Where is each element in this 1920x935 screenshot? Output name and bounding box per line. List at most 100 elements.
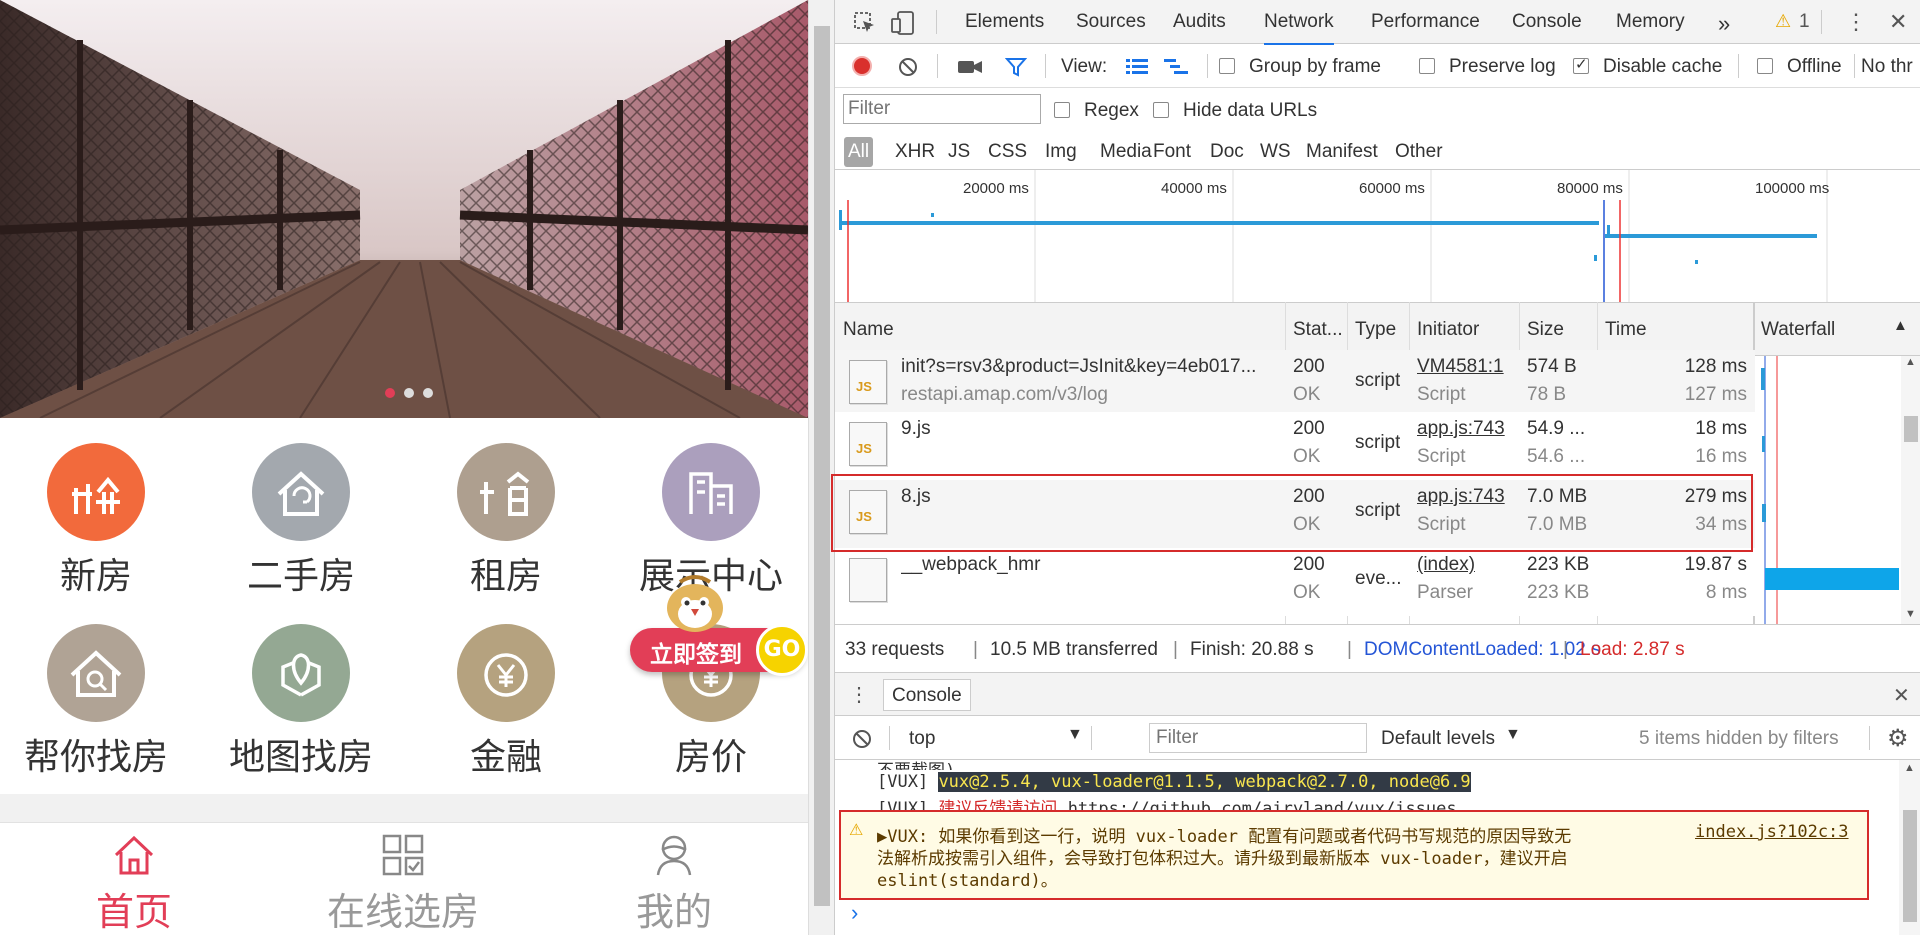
category-icon-circle [47,443,145,541]
network-filter-input[interactable] [843,94,1041,124]
table-scrollbar[interactable]: ▲ ▼ [1901,356,1920,624]
filter-type-css[interactable]: CSS [988,141,1027,163]
preserve-log-label: Preserve log [1449,56,1556,77]
clear-console-icon[interactable] [851,728,873,750]
scrollbar-thumb[interactable] [814,26,830,906]
group-by-frame-checkbox[interactable] [1219,58,1235,74]
console-filter-input[interactable] [1149,723,1367,753]
filter-icon[interactable] [1005,56,1027,78]
filter-type-all[interactable]: All [844,137,874,167]
settings-menu-icon[interactable]: ⋮ [1845,9,1867,35]
tab-home[interactable]: 首页 [24,823,244,935]
filter-type-doc[interactable]: Doc [1210,141,1244,163]
js-file-icon: JS [849,422,887,466]
category-finance[interactable]: 金融 [416,624,596,780]
disable-cache-checkbox[interactable] [1573,55,1589,74]
console-settings-icon[interactable]: ⚙ [1887,724,1909,753]
tab-sources[interactable]: Sources [1076,11,1146,33]
col-status[interactable]: Stat... [1293,319,1343,341]
filter-type-font[interactable]: Font [1153,141,1191,163]
carousel-dot-active[interactable] [385,388,395,398]
console-prompt[interactable]: › [851,900,858,926]
user-icon [656,835,692,876]
regex-label: Regex [1084,100,1139,121]
timeline-overview[interactable]: 20000 ms 40000 ms 60000 ms 80000 ms 1000… [835,170,1920,302]
request-initiator[interactable]: app.js:743 [1417,418,1505,440]
category-second-hand-house[interactable]: 二手房 [211,443,391,599]
filter-type-manifest[interactable]: Manifest [1306,141,1378,163]
preserve-log-checkbox[interactable] [1419,58,1435,74]
col-initiator[interactable]: Initiator [1417,319,1479,341]
log-levels-select[interactable]: Default levels [1381,728,1495,750]
tab-audits[interactable]: Audits [1173,11,1226,33]
scrollbar-thumb[interactable] [1903,810,1917,922]
large-rows-icon[interactable] [1126,58,1148,76]
filter-type-img[interactable]: Img [1045,141,1077,163]
request-row[interactable]: JS 9.js 200 OK script app.js:743 Script 54.9 ..… [835,412,1755,480]
col-waterfall[interactable]: Waterfall [1761,319,1835,341]
filter-type-ws[interactable]: WS [1260,141,1291,163]
throttling-select[interactable]: No thr [1861,56,1913,78]
console-scrollbar[interactable]: ▲ [1899,760,1920,935]
category-rent-house[interactable]: 租房 [416,443,596,599]
finance-icon [484,653,528,697]
network-toolbar: View: Group by frame Preserve log Disabl… [835,44,1920,88]
page-scrollbar[interactable] [808,0,834,935]
new-house-icon [72,476,120,514]
banner-carousel[interactable] [0,0,808,418]
tab-performance[interactable]: Performance [1371,11,1480,33]
more-tabs-button[interactable]: » [1718,11,1730,37]
request-row[interactable]: __webpack_hmr 200 OK eve... (index) Parser 223… [835,548,1755,616]
carousel-dot[interactable] [423,388,433,398]
close-drawer-icon[interactable]: ✕ [1893,683,1910,708]
col-time[interactable]: Time [1605,319,1647,341]
levels-dropdown-icon[interactable]: ▼ [1505,726,1521,744]
carousel-dot[interactable] [404,388,414,398]
clear-icon[interactable] [897,56,919,78]
warning-count[interactable]: 1 [1799,11,1810,33]
filter-type-other[interactable]: Other [1395,141,1443,163]
warning-source-link[interactable]: index.js?102c:3 [1695,822,1849,842]
context-dropdown-icon[interactable]: ▼ [1067,726,1083,744]
request-initiator[interactable]: (index) [1417,554,1475,576]
device-toolbar-icon[interactable] [890,10,916,36]
tab-memory[interactable]: Memory [1616,11,1685,33]
scrollbar-thumb[interactable] [1904,416,1918,442]
hide-data-urls-checkbox[interactable] [1153,102,1169,118]
filter-type-media[interactable]: Media [1100,141,1152,163]
regex-checkbox[interactable] [1054,102,1070,118]
vux-prefix: [VUX] [877,772,929,792]
inspect-element-icon[interactable] [853,11,877,35]
tab-mine[interactable]: 我的 [564,823,784,935]
category-icon-circle [252,443,350,541]
warning-icon: ⚠ [1775,11,1792,31]
tab-console-drawer[interactable]: Console [883,679,971,711]
tab-elements[interactable]: Elements [965,11,1044,33]
request-row[interactable]: JS init?s=rsv3&product=JsInit&key=4eb017.… [835,350,1755,418]
category-find-house[interactable]: 帮你找房 [6,624,186,780]
category-new-house[interactable]: 新房 [6,443,186,599]
tab-network[interactable]: Network [1264,11,1334,45]
col-size[interactable]: Size [1527,319,1564,341]
tab-online-select[interactable]: 在线选房 [293,823,513,935]
filter-type-xhr[interactable]: XHR [895,141,935,163]
col-name[interactable]: Name [843,319,894,341]
js-file-icon: JS [849,360,887,404]
record-button[interactable] [852,56,872,76]
sort-up-icon[interactable]: ▲ [1893,317,1908,334]
overview-icon[interactable] [1164,58,1188,76]
tab-console[interactable]: Console [1512,11,1582,33]
offline-checkbox[interactable] [1757,58,1773,74]
bottom-tab-bar: 首页 在线选房 我的 [0,822,808,935]
close-devtools-icon[interactable]: ✕ [1889,9,1907,35]
request-initiator[interactable]: VM4581:1 [1417,356,1504,378]
category-map-find-house[interactable]: 地图找房 [211,624,391,780]
filter-type-js[interactable]: JS [948,141,970,163]
drawer-menu-icon[interactable]: ⋮ [849,682,869,707]
context-select[interactable]: top [909,728,935,750]
tab-home-label: 首页 [95,890,172,934]
tick-label: 100000 ms [1755,180,1830,197]
request-status: 200 [1293,418,1325,439]
col-type[interactable]: Type [1355,319,1396,341]
capture-screenshots-icon[interactable] [957,58,983,76]
